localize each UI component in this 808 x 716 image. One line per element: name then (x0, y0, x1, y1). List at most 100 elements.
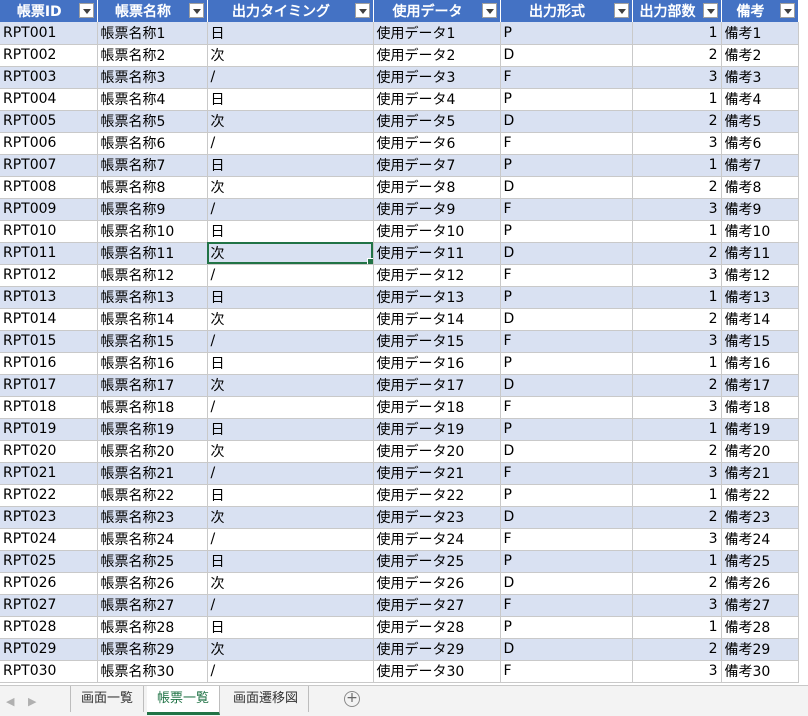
table-cell[interactable]: 次 (207, 638, 374, 661)
table-cell[interactable]: 備考7 (721, 154, 799, 177)
table-cell[interactable]: RPT002 (0, 44, 98, 67)
table-cell[interactable]: RPT017 (0, 374, 98, 397)
column-header[interactable]: 備考 (721, 0, 799, 22)
filter-dropdown-icon[interactable] (613, 3, 629, 18)
table-cell[interactable]: P (500, 154, 633, 177)
table-cell[interactable]: 使用データ2 (373, 44, 501, 67)
table-cell[interactable]: RPT022 (0, 484, 98, 507)
table-cell[interactable]: 使用データ10 (373, 220, 501, 243)
table-cell[interactable]: P (500, 220, 633, 243)
table-cell[interactable]: 日 (207, 154, 374, 177)
table-cell[interactable]: 備考12 (721, 264, 799, 287)
table-cell[interactable]: 帳票名称24 (97, 528, 208, 551)
table-cell[interactable]: 使用データ23 (373, 506, 501, 529)
table-cell[interactable]: RPT023 (0, 506, 98, 529)
table-cell[interactable]: D (500, 374, 633, 397)
table-cell[interactable]: 次 (207, 374, 374, 397)
table-cell[interactable]: 備考23 (721, 506, 799, 529)
table-cell[interactable]: 日 (207, 550, 374, 573)
table-cell[interactable]: 日 (207, 22, 374, 45)
table-cell[interactable]: 使用データ17 (373, 374, 501, 397)
table-cell[interactable]: D (500, 572, 633, 595)
sheet-tab[interactable]: 帳票一覧 (147, 686, 221, 715)
table-cell[interactable]: F (500, 66, 633, 89)
table-cell[interactable]: 帳票名称4 (97, 88, 208, 111)
table-cell[interactable]: RPT009 (0, 198, 98, 221)
table-cell[interactable]: 帳票名称2 (97, 44, 208, 67)
table-cell[interactable]: 1 (632, 418, 722, 441)
table-cell[interactable]: F (500, 264, 633, 287)
table-cell[interactable]: 備考18 (721, 396, 799, 419)
table-cell[interactable]: 使用データ14 (373, 308, 501, 331)
table-cell[interactable]: F (500, 528, 633, 551)
table-cell[interactable]: 1 (632, 88, 722, 111)
table-cell[interactable]: RPT013 (0, 286, 98, 309)
table-cell[interactable]: RPT004 (0, 88, 98, 111)
table-cell[interactable]: 備考1 (721, 22, 799, 45)
table-cell[interactable]: 2 (632, 44, 722, 67)
table-cell[interactable]: 備考2 (721, 44, 799, 67)
table-cell[interactable]: RPT015 (0, 330, 98, 353)
table-cell[interactable]: 1 (632, 352, 722, 375)
table-cell[interactable]: 使用データ8 (373, 176, 501, 199)
table-cell[interactable]: 帳票名称16 (97, 352, 208, 375)
table-cell[interactable]: 3 (632, 66, 722, 89)
column-header[interactable]: 使用データ (373, 0, 501, 22)
table-cell[interactable]: P (500, 22, 633, 45)
table-cell[interactable]: 帳票名称28 (97, 616, 208, 639)
table-cell[interactable]: RPT007 (0, 154, 98, 177)
table-cell[interactable]: 帳票名称3 (97, 66, 208, 89)
table-cell[interactable]: RPT005 (0, 110, 98, 133)
table-cell[interactable]: 使用データ24 (373, 528, 501, 551)
table-cell[interactable]: 帳票名称17 (97, 374, 208, 397)
table-cell[interactable]: 備考29 (721, 638, 799, 661)
table-cell[interactable]: 2 (632, 572, 722, 595)
table-cell[interactable]: 備考20 (721, 440, 799, 463)
table-cell[interactable]: 使用データ4 (373, 88, 501, 111)
table-cell[interactable]: P (500, 88, 633, 111)
table-cell[interactable]: / (207, 264, 374, 287)
table-cell[interactable]: 1 (632, 484, 722, 507)
table-cell[interactable]: 1 (632, 220, 722, 243)
table-cell[interactable]: 1 (632, 286, 722, 309)
table-cell[interactable]: 使用データ15 (373, 330, 501, 353)
table-cell[interactable]: 日 (207, 616, 374, 639)
table-cell[interactable]: 使用データ29 (373, 638, 501, 661)
filter-dropdown-icon[interactable] (702, 3, 718, 18)
table-cell[interactable]: RPT006 (0, 132, 98, 155)
table-cell[interactable]: 次 (207, 572, 374, 595)
table-cell[interactable]: 備考10 (721, 220, 799, 243)
table-cell[interactable]: RPT011 (0, 242, 98, 265)
table-cell[interactable]: 帳票名称6 (97, 132, 208, 155)
table-cell[interactable]: 備考5 (721, 110, 799, 133)
table-cell[interactable]: 3 (632, 528, 722, 551)
table-cell[interactable]: 備考17 (721, 374, 799, 397)
table-cell[interactable]: F (500, 396, 633, 419)
sheet-tab[interactable]: 画面一覧 (70, 686, 145, 712)
column-header[interactable]: 帳票ID (0, 0, 98, 22)
table-cell[interactable]: 使用データ12 (373, 264, 501, 287)
table-cell[interactable]: F (500, 660, 633, 683)
table-cell[interactable]: 1 (632, 22, 722, 45)
filter-dropdown-icon[interactable] (481, 3, 497, 18)
table-cell[interactable]: 2 (632, 638, 722, 661)
table-cell[interactable]: 帳票名称25 (97, 550, 208, 573)
table-cell[interactable]: 帳票名称8 (97, 176, 208, 199)
table-cell[interactable]: / (207, 462, 374, 485)
table-cell[interactable]: 3 (632, 594, 722, 617)
table-cell[interactable]: 帳票名称14 (97, 308, 208, 331)
table-cell[interactable]: 日 (207, 88, 374, 111)
table-cell[interactable]: 3 (632, 396, 722, 419)
table-cell[interactable]: 使用データ28 (373, 616, 501, 639)
table-cell[interactable]: 2 (632, 506, 722, 529)
table-cell[interactable]: RPT025 (0, 550, 98, 573)
triangle-right-icon[interactable]: ▶ (28, 695, 36, 708)
table-cell[interactable]: 備考16 (721, 352, 799, 375)
triangle-left-icon[interactable]: ◀ (6, 695, 14, 708)
table-cell[interactable]: 備考22 (721, 484, 799, 507)
table-cell[interactable]: 使用データ21 (373, 462, 501, 485)
table-cell[interactable]: 1 (632, 154, 722, 177)
table-cell[interactable]: 備考24 (721, 528, 799, 551)
table-cell[interactable]: RPT021 (0, 462, 98, 485)
filter-dropdown-icon[interactable] (188, 3, 204, 18)
